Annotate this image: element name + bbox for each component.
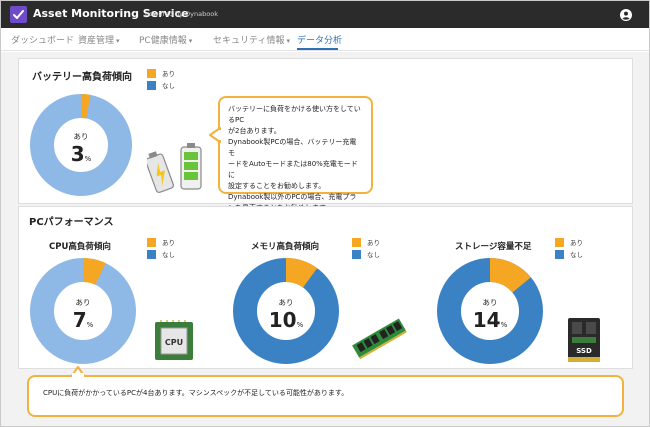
chevron-down-icon: ▾: [116, 37, 120, 45]
battery-unit: %: [84, 155, 92, 163]
legend-swatch-yes: [555, 237, 564, 247]
tab-pc-health[interactable]: PC健康情報 ▾: [139, 33, 192, 46]
legend-swatch-no: [352, 249, 361, 259]
battery-donut-center: あり 3%: [51, 131, 111, 166]
legend-swatch-no: [147, 249, 156, 259]
storage-chart-title: ストレージ容量不足: [455, 242, 532, 252]
chevron-down-icon: ▾: [286, 37, 290, 45]
cpu-chart-title: CPU高負荷傾向: [49, 242, 111, 252]
memory-icon: [352, 318, 407, 360]
storage-value: 14: [472, 308, 501, 332]
user-account-icon[interactable]: [620, 9, 632, 21]
active-tab-indicator: [297, 48, 338, 50]
battery-center-label: あり: [73, 132, 89, 141]
cpu-icon: CPU: [155, 320, 193, 360]
pointer-cover: [72, 373, 84, 377]
legend-swatch-yes: [352, 237, 361, 247]
storage-donut-center: あり 14%: [472, 298, 508, 332]
powered-by: powered by Dynabook: [145, 10, 218, 18]
main-nav: ダッシュボード 資産管理 ▾ PC健康情報 ▾ セキュリティ情報 ▾ データ分析: [1, 28, 649, 51]
memory-donut-center: あり 10%: [268, 298, 304, 332]
memory-legend: あり なし: [352, 236, 380, 260]
pc-performance-title: PCパフォーマンス: [29, 217, 114, 228]
pc-performance-card: PCパフォーマンス CPU高負荷傾向 あり なし あり 7% CPU メモリ高負…: [18, 206, 633, 369]
tab-dashboard[interactable]: ダッシュボード: [11, 33, 74, 46]
top-bar: Asset Monitoring Service powered by Dyna…: [1, 1, 649, 28]
legend-swatch-no: [555, 249, 564, 259]
legend-swatch-yes: [147, 68, 156, 78]
tab-data-analysis[interactable]: データ分析: [297, 33, 342, 46]
battery-title: バッテリー高負荷傾向: [32, 72, 132, 83]
legend-swatch-yes: [147, 237, 156, 247]
memory-chart-title: メモリ高負荷傾向: [251, 242, 320, 252]
ssd-icon-label: SSD: [576, 347, 592, 355]
cpu-icon-label: CPU: [165, 338, 183, 347]
battery-value: 3: [70, 142, 85, 166]
tab-security[interactable]: セキュリティ情報 ▾: [213, 33, 290, 46]
cpu-legend: あり なし: [147, 236, 175, 260]
battery-legend: あり なし: [147, 67, 175, 91]
cpu-donut-center: あり 7%: [72, 298, 94, 332]
storage-legend: あり なし: [555, 236, 583, 260]
chevron-down-icon: ▾: [188, 37, 193, 45]
bubble-pointer: [209, 127, 221, 143]
memory-value: 10: [268, 308, 297, 332]
battery-message-bubble: バッテリーに負荷をかける使い方をしているPC が2台あります。 Dynabook…: [218, 96, 373, 212]
pc-message-bubble: CPUに負荷がかかっているPCが4台あります。マシンスペックが不足している可能性…: [27, 375, 624, 417]
legend-swatch-no: [147, 80, 156, 90]
tab-asset-management[interactable]: 資産管理 ▾: [78, 33, 120, 46]
battery-card: バッテリー高負荷傾向 あり 3% あり なし バッテリーに負荷をかける使い方をし…: [18, 58, 633, 212]
ssd-icon: SSD: [568, 318, 600, 362]
cpu-value: 7: [72, 308, 87, 332]
battery-icon: [147, 143, 202, 193]
content-area: バッテリー高負荷傾向 あり 3% あり なし バッテリーに負荷をかける使い方をし…: [1, 52, 649, 426]
check-logo-icon: [10, 6, 27, 23]
